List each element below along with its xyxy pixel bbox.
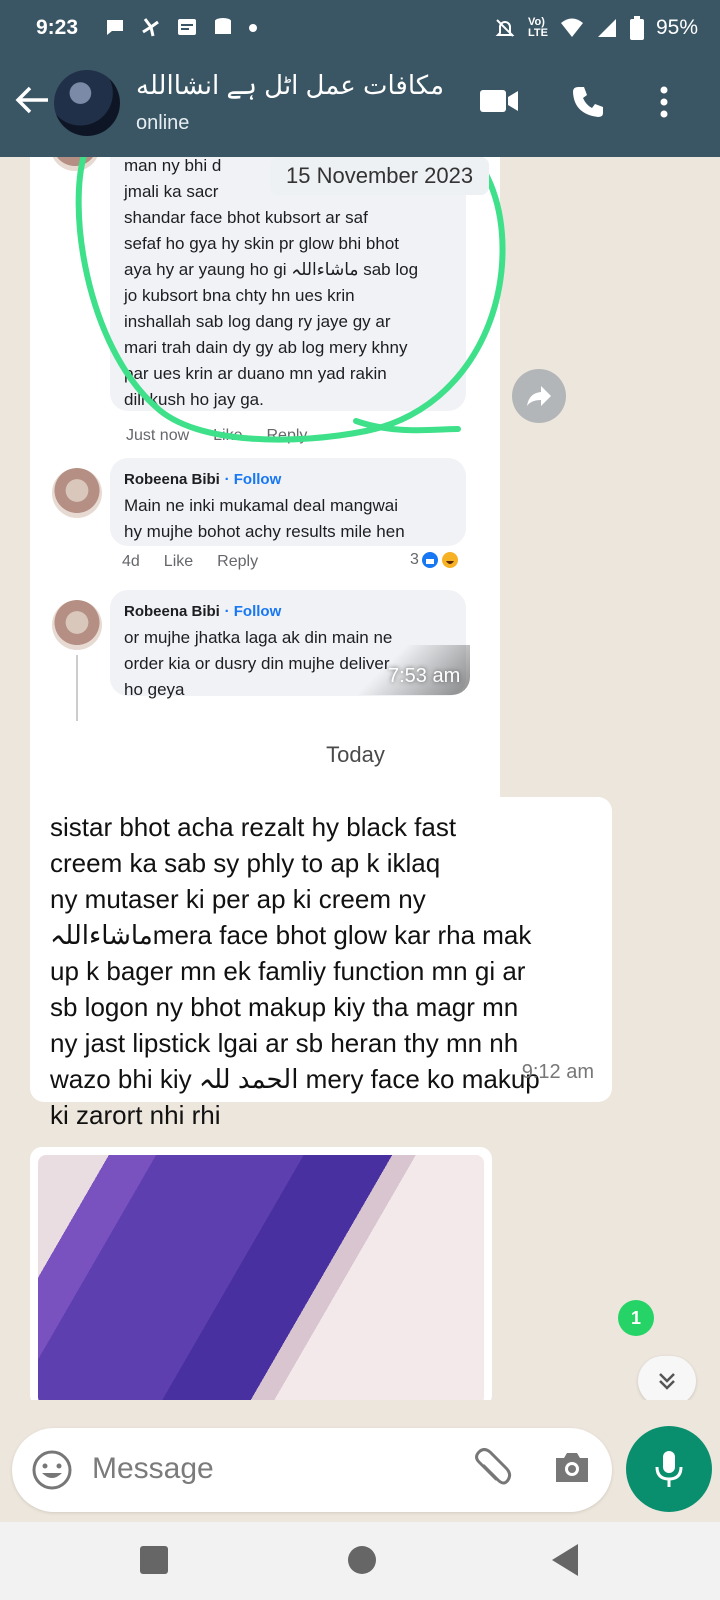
paperclip-icon[interactable] <box>472 1448 512 1492</box>
message-line: wazo bhi kiy الحمد للہ mery face ko maku… <box>50 1064 540 1094</box>
camera-icon[interactable] <box>552 1448 592 1488</box>
haha-reaction-icon <box>441 552 458 568</box>
more-vert-icon[interactable] <box>656 84 672 120</box>
notification-icons <box>104 16 258 38</box>
message-line: sb logon ny bhot makup kiy tha magr mn <box>50 992 519 1022</box>
follow-link: · Follow <box>224 471 282 488</box>
comment-time: 4d <box>122 553 140 570</box>
commenter-name: Robeena Bibi <box>124 603 220 620</box>
database-notification-icon <box>215 18 231 34</box>
mail-notification-icon <box>178 19 196 35</box>
status-time: 9:23 <box>36 16 79 39</box>
photo-thumbnail[interactable] <box>38 1155 484 1400</box>
battery-percent: 95% <box>655 16 698 39</box>
home-button[interactable] <box>348 1546 376 1574</box>
dot-icon <box>249 24 257 32</box>
message-line: sistar bhot acha rezalt hy black fast <box>50 812 457 842</box>
comment-text: hy mujhe bohot achy results mile hen <box>124 522 405 541</box>
commenter-name: Robeena Bibi <box>124 471 220 488</box>
message-composer: Message <box>12 1428 612 1512</box>
like-reaction-icon <box>421 552 438 568</box>
comment-text: Main ne inki mukamal deal mangwai <box>124 496 399 515</box>
message-line: ki zarort nhi rhi <box>50 1100 221 1130</box>
contact-avatar[interactable] <box>54 70 120 136</box>
comment-like: Like <box>163 553 194 570</box>
message-line: creem ka sab sy phly to ap k iklaq <box>50 848 441 878</box>
mute-icon <box>495 19 515 37</box>
mic-button[interactable] <box>626 1426 712 1512</box>
message-line: up k bager mn ek famliy function mn gi a… <box>50 956 526 986</box>
comment-reply: Reply <box>217 553 259 570</box>
photo-message[interactable] <box>30 1147 492 1400</box>
network-type: Vo) LTE <box>528 17 548 39</box>
emoji-icon[interactable] <box>30 1448 74 1492</box>
video-call-icon[interactable] <box>478 84 520 116</box>
commenter-avatar <box>52 468 102 518</box>
reaction-count: 3 <box>410 551 419 568</box>
day-separator: Today <box>308 730 403 780</box>
message-time: 7:53 am <box>388 665 461 687</box>
status-bar: 9:23 Vo) LTE 95% <box>0 10 720 46</box>
follow-link: · Follow <box>224 603 282 620</box>
double-chevron-down-icon <box>659 1373 675 1390</box>
battery-icon <box>629 16 644 40</box>
unread-badge: 1 <box>618 1300 654 1336</box>
text-message[interactable]: sistar bhot acha rezalt hy black fast cr… <box>30 797 612 1130</box>
message-input[interactable]: Message <box>92 1452 214 1486</box>
hand-drawn-highlight <box>75 157 506 443</box>
signal-icon <box>597 19 616 37</box>
back-arrow-icon[interactable] <box>14 82 50 118</box>
recent-apps-button[interactable] <box>140 1546 168 1574</box>
message-time: 9:12 am <box>521 1061 594 1083</box>
top-bar: 9:23 Vo) LTE 95% مکافات عمل اٹل ہے انشاال… <box>0 0 720 157</box>
phone-icon[interactable] <box>570 84 606 120</box>
message-line: ny mutaser ki per ap ki creem ny <box>50 884 426 914</box>
chat-area[interactable]: man ny bhi d jmali ka sacr shandar face … <box>0 157 720 1400</box>
comment-bubble: Robeena Bibi · Follow Main ne inki mukam… <box>110 458 466 546</box>
commenter-avatar <box>52 600 102 650</box>
mic-icon <box>655 1451 683 1487</box>
app-bar: مکافات عمل اٹل ہے انشاالله online <box>0 62 720 152</box>
nav-back-button[interactable] <box>552 1544 578 1576</box>
chat-status: online <box>136 112 190 134</box>
network-label: LTE <box>528 27 548 39</box>
forward-button[interactable] <box>512 369 566 423</box>
thread-line <box>76 655 78 721</box>
message-line: ماشاءاللہmera face bhot glow kar rha mak <box>50 920 532 950</box>
system-icons: Vo) LTE 95% <box>494 16 698 40</box>
forward-icon <box>527 386 551 406</box>
image-message[interactable]: man ny bhi d jmali ka sacr shandar face … <box>30 157 506 885</box>
chat-title[interactable]: مکافات عمل اٹل ہے انشاالله <box>136 70 456 101</box>
navigation-bar <box>0 1522 720 1600</box>
wifi-icon <box>560 18 583 37</box>
date-chip: 15 November 2023 <box>270 157 490 195</box>
message-line: ny jast lipstick lgai ar sb heran thy mn… <box>50 1028 519 1058</box>
scroll-down-button[interactable] <box>638 1356 696 1400</box>
fan-icon <box>142 18 159 37</box>
comment-meta: 4d Like Reply <box>122 553 258 571</box>
chat-notification-icon <box>107 20 123 35</box>
reactions: 3 <box>410 551 459 569</box>
